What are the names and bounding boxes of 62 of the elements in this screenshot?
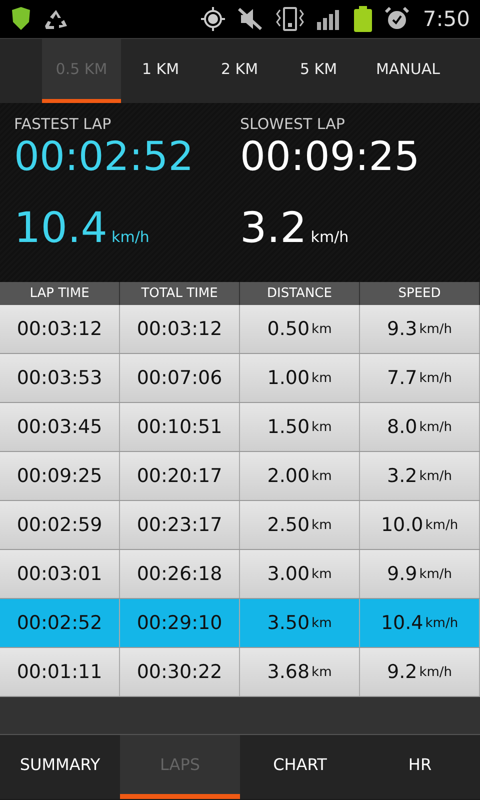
interval-tab[interactable]: 2 KM [200,39,279,103]
table-cell: 00:30:22 [120,648,240,696]
table-cell: 2.00 km [240,452,360,500]
fastest-lap-label: FASTEST LAP [14,115,112,133]
interval-tab[interactable]: 5 KM [279,39,358,103]
table-cell: 00:03:53 [0,354,120,402]
table-cell: 00:09:25 [0,452,120,500]
table-cell: 7.7 km/h [360,354,480,402]
table-cell: 10.4 km/h [360,599,480,647]
table-cell: 00:03:45 [0,403,120,451]
battery-icon [352,6,373,32]
lap-row[interactable]: 00:01:11 00:30:22 3.68 km 9.2 km/h [0,648,480,697]
table-cell: 00:07:06 [120,354,240,402]
lap-row[interactable]: 00:09:25 00:20:17 2.00 km 3.2 km/h [0,452,480,501]
table-cell: 00:10:51 [120,403,240,451]
lap-row[interactable]: 00:03:45 00:10:51 1.50 km 8.0 km/h [0,403,480,452]
lap-row[interactable]: 00:03:53 00:07:06 1.00 km 7.7 km/h [0,354,480,403]
table-cell: 00:03:01 [0,550,120,598]
table-cell: 1.50 km [240,403,360,451]
fastest-lap-speed: 10.4 km/h [14,203,150,252]
table-cell: 00:26:18 [120,550,240,598]
interval-tab[interactable]: 1 KM [121,39,200,103]
table-cell: 00:02:59 [0,501,120,549]
table-cell: 9.9 km/h [360,550,480,598]
bottom-tab[interactable]: SUMMARY [0,735,120,799]
lap-row[interactable]: 00:03:12 00:03:12 0.50 km 9.3 km/h [0,305,480,354]
shield-icon [10,7,32,31]
table-cell: 00:03:12 [0,305,120,353]
table-cell: 00:23:17 [120,501,240,549]
slowest-lap-label: SLOWEST LAP [240,115,346,133]
alarm-icon [384,7,409,31]
recycle-icon [44,8,68,30]
vibrate-icon [274,7,305,31]
mute-icon [236,7,263,31]
table-cell: 00:01:11 [0,648,120,696]
table-cell: 00:29:10 [120,599,240,647]
lap-row[interactable]: 00:03:01 00:26:18 3.00 km 9.9 km/h [0,550,480,599]
table-cell: 8.0 km/h [360,403,480,451]
table-cell: 1.00 km [240,354,360,402]
slowest-lap-time: 00:09:25 [240,133,421,181]
table-cell: 9.3 km/h [360,305,480,353]
table-cell: 2.50 km [240,501,360,549]
bottom-tab[interactable]: CHART [240,735,360,799]
table-cell: 3.2 km/h [360,452,480,500]
bottom-tab[interactable]: HR [360,735,480,799]
table-cell: 3.00 km [240,550,360,598]
gps-icon [200,7,225,31]
table-cell: 3.68 km [240,648,360,696]
lap-row[interactable]: 00:02:52 00:29:10 3.50 km 10.4 km/h [0,599,480,648]
interval-tab[interactable]: MANUAL [358,39,458,103]
table-cell: 10.0 km/h [360,501,480,549]
clock-time: 7:50 [422,7,470,31]
lap-row[interactable]: 00:02:59 00:23:17 2.50 km 10.0 km/h [0,501,480,550]
table-cell: 9.2 km/h [360,648,480,696]
table-cell: 3.50 km [240,599,360,647]
table-cell: 00:20:17 [120,452,240,500]
signal-icon [316,8,341,30]
table-cell: 00:03:12 [120,305,240,353]
fastest-lap-time: 00:02:52 [14,133,195,181]
slowest-lap-speed: 3.2 km/h [240,203,350,252]
table-cell: 0.50 km [240,305,360,353]
table-cell: 00:02:52 [0,599,120,647]
